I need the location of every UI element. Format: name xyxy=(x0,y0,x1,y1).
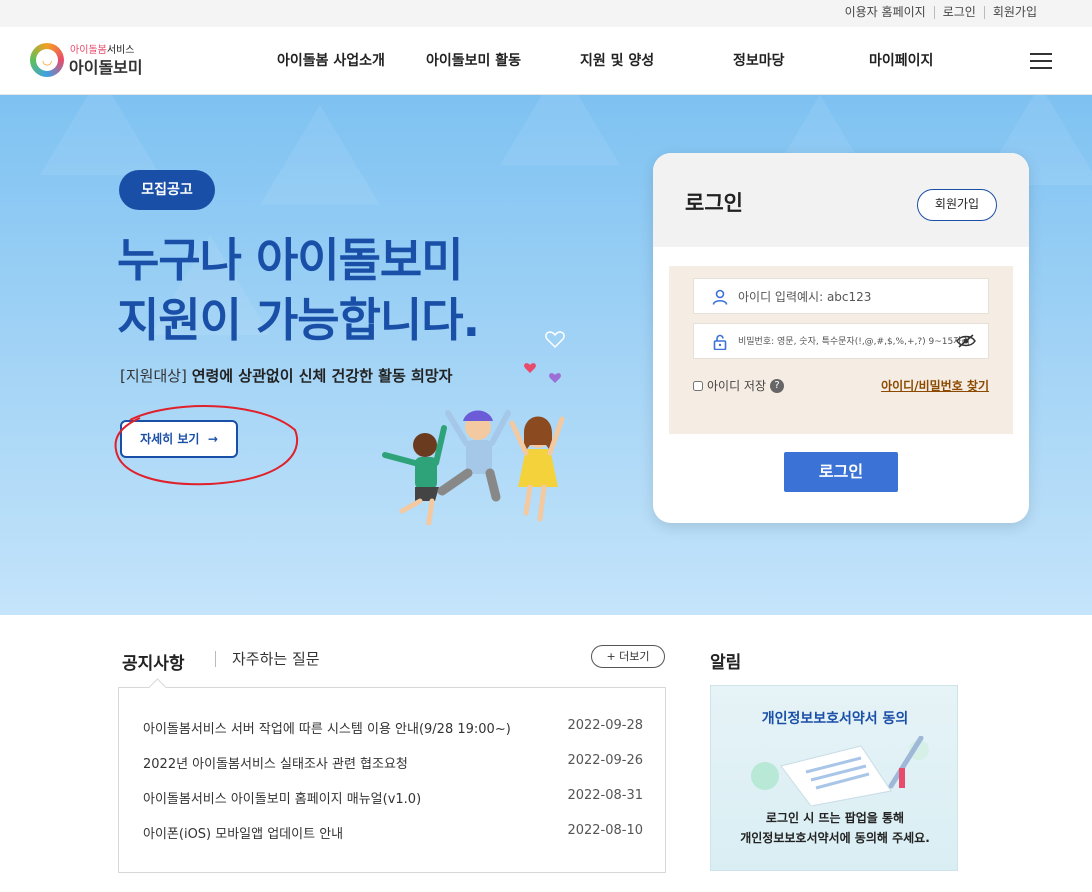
help-icon[interactable]: ? xyxy=(770,378,785,393)
user-homepage-link[interactable]: 이용자 홈페이지 xyxy=(837,6,934,19)
smile-icon: ◡ xyxy=(42,53,53,67)
eye-off-icon[interactable] xyxy=(956,334,976,348)
nav-mypage[interactable]: 마이페이지 xyxy=(869,50,933,70)
notice-row[interactable]: 2022년 아이돌봄서비스 실태조사 관련 협조요청 2022-09-26 xyxy=(143,753,643,772)
banner-text: 로그인 시 뜨는 팝업을 통해 개인정보보호서약서에 동의해 주세요. xyxy=(740,811,930,845)
more-button[interactable]: + 더보기 xyxy=(591,645,665,668)
login-button[interactable]: 로그인 xyxy=(784,452,898,492)
site-logo[interactable]: ◡ 아이돌봄서비스 아이돌보미 xyxy=(30,41,150,81)
nav-about[interactable]: 아이돌봄 사업소개 xyxy=(277,50,385,70)
utility-links: 이용자 홈페이지 로그인 회원가입 xyxy=(837,6,1045,19)
id-input[interactable]: 아이디 입력예시: abc123 xyxy=(693,278,989,314)
logo-title: 아이돌보미 xyxy=(69,58,143,77)
save-id-checkbox[interactable]: 아이디 저장 ? xyxy=(693,377,785,394)
notice-row[interactable]: 아이폰(iOS) 모바일앱 업데이트 안내 2022-08-10 xyxy=(143,823,643,842)
alert-title: 알림 xyxy=(710,653,742,673)
utility-bar: 이용자 홈페이지 로그인 회원가입 xyxy=(0,0,1092,27)
util-login-link[interactable]: 로그인 xyxy=(933,6,984,19)
pen-document-illustration xyxy=(751,736,929,806)
login-card: 로그인 회원가입 아이디 입력예시: abc123 비밀번호: 영문, 숫자, … xyxy=(653,153,1029,523)
faq-tab[interactable]: 자주하는 질문 xyxy=(215,651,320,667)
nav-info[interactable]: 정보마당 xyxy=(733,50,785,70)
notice-row[interactable]: 아이돌봄서비스 서버 작업에 따른 시스템 이용 안내(9/28 19:00~)… xyxy=(143,718,643,737)
save-id-check[interactable] xyxy=(693,380,703,391)
site-header: ◡ 아이돌봄서비스 아이돌보미 아이돌봄 사업소개 아이돌보미 활동 지원 및 … xyxy=(0,27,1092,95)
user-icon xyxy=(712,289,728,305)
menu-icon[interactable] xyxy=(1030,53,1052,69)
signup-button[interactable]: 회원가입 xyxy=(917,189,997,221)
notice-tab[interactable]: 공지사항 xyxy=(122,649,185,674)
password-input[interactable]: 비밀번호: 영문, 숫자, 특수문자(!,@,#,$,%,+,?) 9~15자리 xyxy=(693,323,989,359)
red-annotation-circle xyxy=(114,405,299,486)
notice-list: 아이돌봄서비스 서버 작업에 따른 시스템 이용 안내(9/28 19:00~)… xyxy=(118,687,666,873)
nav-training[interactable]: 지원 및 양성 xyxy=(580,50,654,70)
banner-title: 개인정보보호서약서 동의 xyxy=(761,711,909,727)
login-form: 아이디 입력예시: abc123 비밀번호: 영문, 숫자, 특수문자(!,@,… xyxy=(669,266,1013,434)
privacy-pledge-banner[interactable]: 개인정보보호서약서 동의 로그인 시 뜨는 팝업을 통해 개인정보보호서약서에 … xyxy=(710,685,958,871)
jumping-kids-illustration xyxy=(382,331,565,525)
nav-activity[interactable]: 아이돌보미 활동 xyxy=(426,50,521,70)
hero-banner: 모집공고 누구나 아이돌보미 지원이 가능합니다. [지원대상] 연령에 상관없… xyxy=(0,95,1092,615)
lock-icon xyxy=(713,334,727,350)
notice-row[interactable]: 아이돌봄서비스 아이돌보미 홈페이지 매뉴얼(v1.0) 2022-08-31 xyxy=(143,788,643,807)
util-signup-link[interactable]: 회원가입 xyxy=(983,6,1045,19)
find-id-password-link[interactable]: 아이디/비밀번호 찾기 xyxy=(881,377,989,394)
login-title: 로그인 xyxy=(685,191,743,215)
recruit-badge: 모집공고 xyxy=(119,170,215,210)
